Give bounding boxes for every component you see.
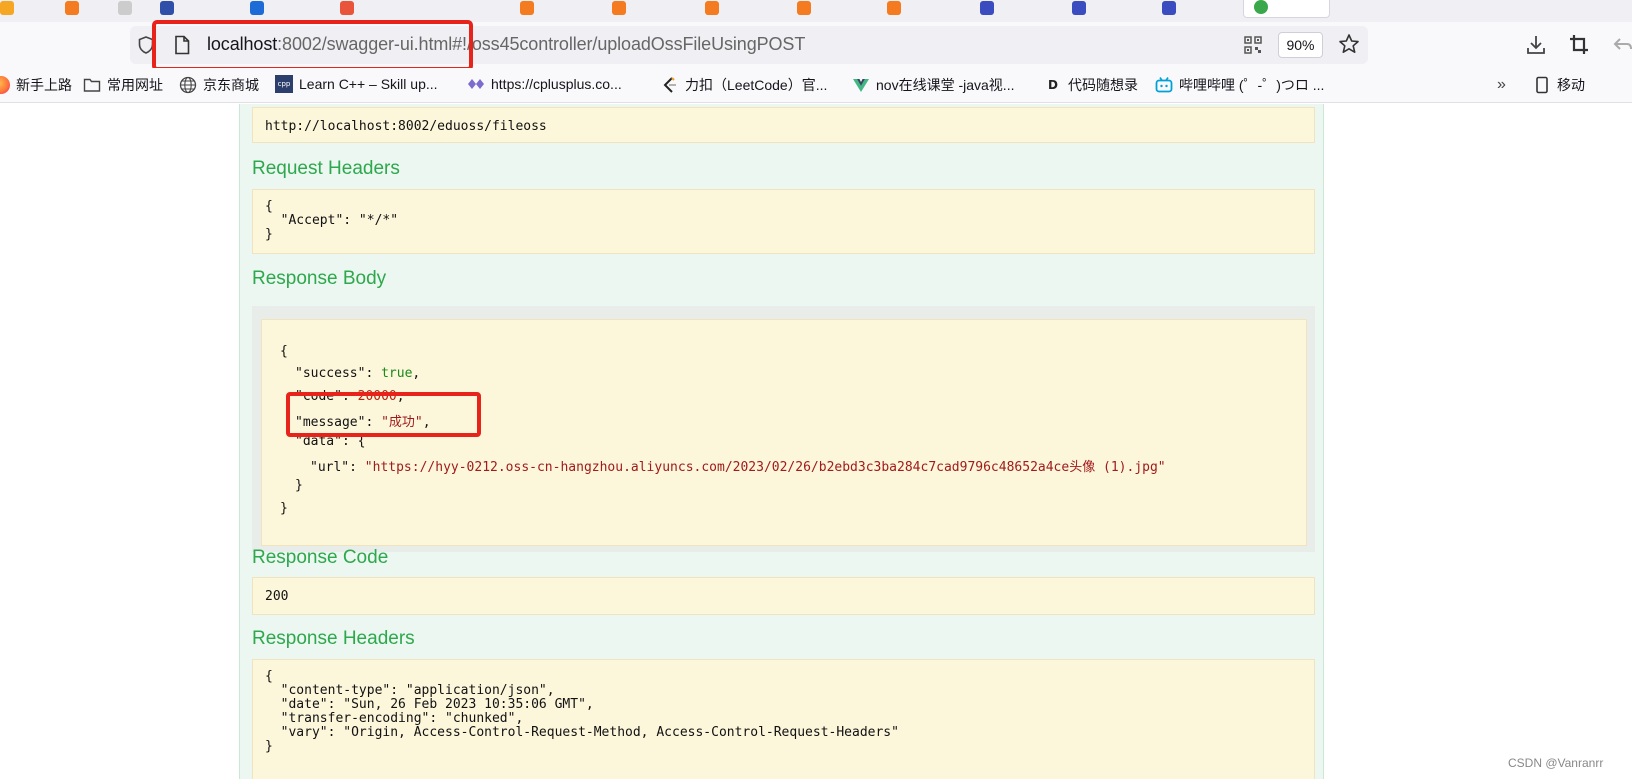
bookmark-item[interactable]: 力扣（LeetCode）官... [661, 75, 827, 95]
double-chevron-right-icon: » [1497, 76, 1506, 93]
vue-icon [853, 79, 869, 92]
request-headers-json: { "Accept": "*/*" } [265, 199, 399, 242]
tab-favicon-icon [65, 1, 79, 15]
bookmark-star-icon[interactable] [1338, 33, 1360, 55]
tab[interactable] [980, 0, 994, 22]
tab-active[interactable] [1243, 0, 1330, 18]
qr-code-icon[interactable] [1244, 36, 1262, 54]
request-headers-block: { "Accept": "*/*" } [252, 189, 1315, 254]
response-code: 200 [265, 589, 289, 604]
zoom-level-button[interactable]: 90% [1278, 32, 1323, 58]
tab[interactable] [1162, 0, 1176, 22]
tab-favicon-icon [520, 1, 534, 15]
dm-icon: D [1048, 78, 1058, 92]
cpp-icon: cpp [275, 75, 293, 93]
globe-icon [179, 76, 197, 94]
screenshot-crop-icon[interactable] [1569, 34, 1589, 56]
tab-favicon-icon [1072, 1, 1086, 15]
bookmark-item[interactable]: 京东商城 [179, 75, 259, 95]
bookmark-folder[interactable]: 常用网址 [83, 75, 163, 95]
tab-favicon-icon [118, 1, 132, 15]
firefox-icon [0, 76, 10, 94]
bilibili-icon [1155, 77, 1173, 93]
tab[interactable] [65, 0, 79, 22]
undo-arrow-icon[interactable] [1613, 34, 1632, 56]
response-headers-block: { "content-type": "application/json", "d… [252, 659, 1315, 779]
json-value: true [381, 366, 413, 381]
tab-favicon-icon [160, 1, 174, 15]
tab[interactable] [160, 0, 174, 22]
tab[interactable] [118, 0, 132, 22]
tab-favicon-icon [887, 1, 901, 15]
json-brace: { [280, 344, 288, 359]
bookmark-item[interactable]: nov在线课堂 -java视... [852, 75, 1014, 95]
folder-icon [83, 78, 101, 92]
download-icon[interactable] [1526, 34, 1546, 56]
json-brace: } [295, 478, 303, 493]
response-headers-title: Response Headers [252, 628, 415, 649]
bookmark-label: nov在线课堂 -java视... [876, 77, 1015, 93]
bookmark-label: Learn C++ – Skill up... [299, 76, 438, 92]
tab-favicon-icon [705, 1, 719, 15]
mobile-icon [1536, 76, 1548, 94]
json-line-url: "url": "https://hyy-0212.oss-cn-hangzhou… [310, 460, 1166, 475]
tab[interactable] [0, 0, 14, 22]
tab-favicon-icon [797, 1, 811, 15]
bookmark-label: 移动 [1557, 77, 1585, 93]
json-value: "https://hyy-0212.oss-cn-hangzhou.aliyun… [364, 460, 1166, 475]
request-headers-title: Request Headers [252, 158, 400, 179]
bookmark-item[interactable]: 移动 [1533, 75, 1585, 95]
bookmarks-overflow-button[interactable]: » [1497, 76, 1506, 94]
tab[interactable] [520, 0, 534, 22]
url-highlight-box [152, 20, 473, 71]
bookmark-label: 力扣（LeetCode）官... [685, 77, 828, 93]
tab-favicon-icon [1162, 1, 1176, 15]
response-body-title: Response Body [252, 268, 387, 289]
tab-favicon-icon [340, 1, 354, 15]
bookmark-label: 新手上路 [16, 77, 72, 93]
bookmark-item[interactable]: https://cplusplus.co... [467, 75, 622, 93]
tab-favicon-icon [980, 1, 994, 15]
tab[interactable] [1072, 0, 1086, 22]
json-key: "success" [295, 366, 366, 381]
tab[interactable] [612, 0, 626, 22]
json-brace: } [280, 501, 288, 516]
bookmark-label: 哔哩哔哩 (゜-゜)つロ ... [1179, 77, 1325, 93]
tab-bar [0, 0, 1632, 22]
tab-favicon-icon [250, 1, 264, 15]
tab[interactable] [340, 0, 354, 22]
tab[interactable] [250, 0, 264, 22]
tab[interactable] [705, 0, 719, 22]
request-url: http://localhost:8002/eduoss/fileoss [265, 119, 547, 134]
bookmark-item[interactable]: cpp Learn C++ – Skill up... [275, 75, 438, 93]
message-highlight-box [286, 392, 481, 437]
response-headers-json: { "content-type": "application/json", "d… [265, 669, 899, 754]
request-url-block: http://localhost:8002/eduoss/fileoss [252, 107, 1315, 143]
response-code-block: 200 [252, 577, 1315, 615]
json-key: "url" [310, 460, 350, 475]
bookmark-label: https://cplusplus.co... [491, 76, 622, 92]
watermark: CSDN @Vanranrr [1508, 756, 1604, 770]
bookmark-item[interactable]: 哔哩哔哩 (゜-゜)つロ ... [1155, 75, 1324, 95]
leetcode-icon [663, 77, 676, 93]
tab-favicon-icon [612, 1, 626, 15]
bookmark-label: 京东商城 [203, 77, 259, 93]
bookmark-label: 常用网址 [107, 77, 163, 93]
cplusplus-icon [468, 79, 484, 89]
tab-favicon-icon [1254, 0, 1268, 14]
tab-favicon-icon [0, 1, 14, 15]
bookmark-item[interactable]: 新手上路 [0, 75, 72, 95]
bookmark-item[interactable]: D 代码随想录 [1044, 75, 1138, 95]
response-code-title: Response Code [252, 547, 389, 568]
bookmarks-bar: 新手上路 常用网址 京东商城 cpp Learn C++ – Skill up.… [0, 68, 1632, 103]
tab[interactable] [887, 0, 901, 22]
tab[interactable] [797, 0, 811, 22]
bookmark-label: 代码随想录 [1068, 77, 1138, 93]
json-line-success: "success": true, [295, 366, 421, 381]
